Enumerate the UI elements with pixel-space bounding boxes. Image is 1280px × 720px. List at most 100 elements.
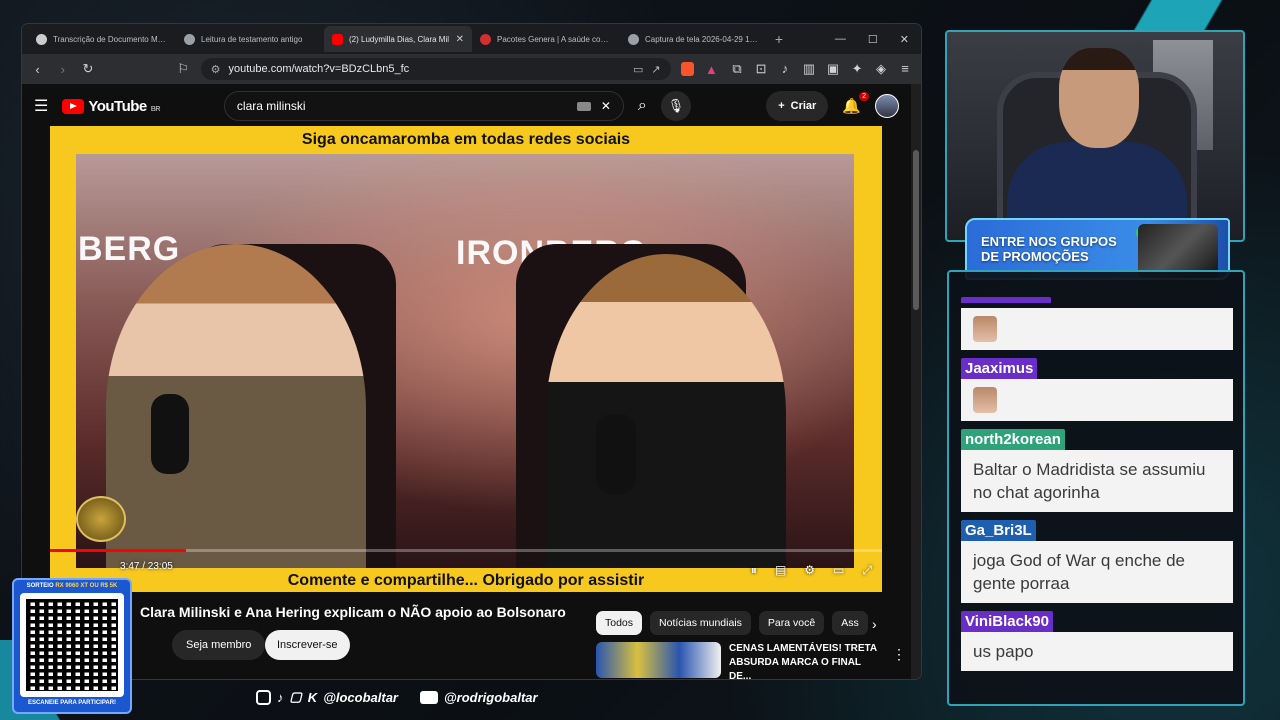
notification-count: 2 — [859, 92, 869, 101]
chat-username — [961, 297, 1051, 303]
tab-strip: Transcrição de Documento Manu Leitura de… — [22, 24, 921, 54]
chat-message — [961, 290, 1233, 350]
close-window-icon[interactable]: ✕ — [900, 33, 909, 46]
face-emote-icon — [973, 316, 997, 342]
giveaway-prefix: SORTEIO — [26, 583, 54, 589]
address-bar[interactable]: ⚙ youtube.com/watch?v=BDzCLbn5_fc ▭ ↗ — [200, 58, 671, 80]
tab-title: Transcrição de Documento Manu — [53, 34, 168, 44]
chat-message: Jaaximus — [961, 358, 1233, 421]
giveaway-cta: ESCANEIE PARA PARTICIPAR! — [27, 700, 117, 706]
tab-title: Captura de tela 2026-04-29 1945 — [645, 34, 760, 44]
youtube-header: ☰ YouTube BR clara milinski ✕ ⌕ 🎙 + Cria… — [22, 84, 911, 128]
browser-tab[interactable]: Pacotes Genera | A saúde começ — [472, 26, 620, 52]
search-input[interactable]: clara milinski ✕ — [223, 91, 624, 121]
forward-icon[interactable]: › — [55, 62, 70, 77]
social-handle-1: @locobaltar — [323, 689, 398, 705]
chip-all[interactable]: Todos — [596, 611, 643, 635]
chip-world-news[interactable]: Notícias mundiais — [650, 611, 751, 635]
chat-bubble — [961, 379, 1233, 421]
create-button[interactable]: + Criar — [766, 91, 829, 121]
chat-username: Jaaximus — [961, 358, 1038, 379]
recommended-thumbnail[interactable] — [596, 642, 721, 678]
join-button[interactable]: Seja membro — [172, 630, 266, 660]
menu-icon[interactable]: ≡ — [897, 61, 913, 77]
extensions-icon[interactable]: ⧉ — [729, 61, 745, 77]
channel-seal-icon — [76, 496, 126, 542]
streamer-webcam — [945, 30, 1245, 242]
giveaway-qr-card: SORTEIO RX 9060 XT OU R$ 5K ESCANEIE PAR… — [12, 578, 132, 714]
video-frame[interactable]: BERG IRONBERG — [76, 154, 854, 568]
streamer-head — [1059, 48, 1139, 148]
chat-username: north2korean — [961, 429, 1065, 450]
reload-icon[interactable]: ↻ — [80, 61, 95, 77]
hamburger-menu-icon[interactable]: ☰ — [34, 96, 48, 116]
tab-favicon-icon — [480, 33, 491, 45]
ironberg-logo-left: BERG — [78, 230, 181, 268]
brave-rewards-icon[interactable]: ▲ — [704, 62, 719, 77]
url-text: youtube.com/watch?v=BDzCLbn5_fc — [228, 63, 410, 75]
plus-icon: + — [778, 100, 785, 112]
notifications-icon[interactable]: 🔔 2 — [842, 92, 869, 115]
create-label: Criar — [790, 100, 817, 112]
wallet-icon[interactable]: ▣ — [825, 61, 841, 77]
chat-username: ViniBlack90 — [961, 611, 1053, 632]
chip-truncated[interactable]: Ass — [832, 611, 868, 635]
scrollbar-thumb[interactable] — [913, 150, 919, 310]
voice-search-icon[interactable]: 🎙 — [660, 91, 691, 121]
qr-code — [20, 593, 124, 697]
chip-for-you[interactable]: Para você — [758, 611, 825, 635]
youtube-icon — [420, 690, 438, 704]
maximize-icon[interactable]: ☐ — [868, 33, 878, 46]
guest-left — [106, 244, 366, 568]
microphone-left — [151, 394, 189, 474]
keyboard-icon[interactable] — [576, 101, 591, 111]
chat-text: us papo — [961, 632, 1233, 671]
site-info-icon[interactable]: ⚙ — [211, 63, 221, 76]
social-handle-2: @rodrigobaltar — [444, 689, 538, 705]
video-player[interactable]: Siga oncamaromba em todas redes sociais … — [50, 126, 882, 592]
recommended-title[interactable]: CENAS LAMENTÁVEIS! TRETA ABSURDA MARCA O… — [729, 642, 884, 679]
window-controls: — ☐ ✕ — [835, 33, 921, 46]
back-icon[interactable]: ‹ — [30, 62, 45, 77]
chat-text: joga God of War q enche de gente porraa — [961, 541, 1233, 603]
chevron-right-icon[interactable]: › — [872, 616, 877, 632]
video-progress-bar[interactable] — [50, 549, 882, 552]
twitch-icon: ▢ — [289, 689, 302, 704]
browser-tab[interactable]: Leitura de testamento antigo — [176, 26, 324, 52]
tab-favicon-icon — [628, 33, 639, 45]
leo-ai-icon[interactable]: ✦ — [849, 61, 865, 77]
cast-icon[interactable]: ▭ — [633, 63, 643, 76]
chat-bubble — [961, 308, 1233, 350]
youtube-logo[interactable]: YouTube BR — [62, 98, 160, 115]
social-handles: ♪ ▢ K @locobaltar @rodrigobaltar — [256, 689, 538, 705]
close-tab-icon[interactable]: ✕ — [456, 34, 464, 45]
subscribe-button[interactable]: Inscrever-se — [265, 630, 350, 660]
clear-search-icon[interactable]: ✕ — [601, 99, 611, 113]
music-icon[interactable]: ♪ — [777, 61, 793, 77]
tab-favicon-icon — [184, 33, 195, 45]
vpn-icon[interactable]: ◈ — [873, 61, 889, 77]
share-icon[interactable]: ↗ — [651, 63, 660, 76]
tab-title: Pacotes Genera | A saúde começ — [497, 34, 612, 44]
toolbar-extensions: ⧉ ⊡ ♪ ▥ ▣ ✦ ◈ ≡ — [729, 61, 913, 77]
face-emote-icon — [973, 387, 997, 413]
brave-shields-icon[interactable] — [680, 62, 694, 76]
browser-toolbar: ‹ › ↻ ⚐ ⚙ youtube.com/watch?v=BDzCLbn5_f… — [22, 54, 921, 84]
account-avatar[interactable] — [875, 94, 899, 118]
youtube-logo-text: YouTube — [88, 97, 147, 115]
chat-username: Ga_Bri3L — [961, 520, 1036, 541]
browser-tab[interactable]: Transcrição de Documento Manu — [28, 26, 176, 52]
screenshot-icon[interactable]: ⊡ — [753, 61, 769, 77]
chat-text: Baltar o Madridista se assumiu no chat a… — [961, 450, 1233, 512]
browser-tab[interactable]: Captura de tela 2026-04-29 1945 — [620, 26, 768, 52]
minimize-icon[interactable]: — — [835, 33, 846, 46]
new-tab-icon[interactable]: + — [768, 31, 790, 47]
browser-tab-active[interactable]: (2) Ludymilla Dias, Clara Mil ✕ — [324, 26, 472, 52]
search-icon[interactable]: ⌕ — [638, 97, 647, 115]
page-scrollbar[interactable] — [911, 84, 921, 679]
recommended-video[interactable]: CENAS LAMENTÁVEIS! TRETA ABSURDA MARCA O… — [596, 642, 906, 679]
more-options-icon[interactable]: ⋮ — [892, 646, 906, 679]
bookmark-icon[interactable]: ⚐ — [175, 61, 190, 77]
sidebar-icon[interactable]: ▥ — [801, 61, 817, 77]
video-title: Clara Milinski e Ana Hering explicam o N… — [140, 604, 566, 620]
